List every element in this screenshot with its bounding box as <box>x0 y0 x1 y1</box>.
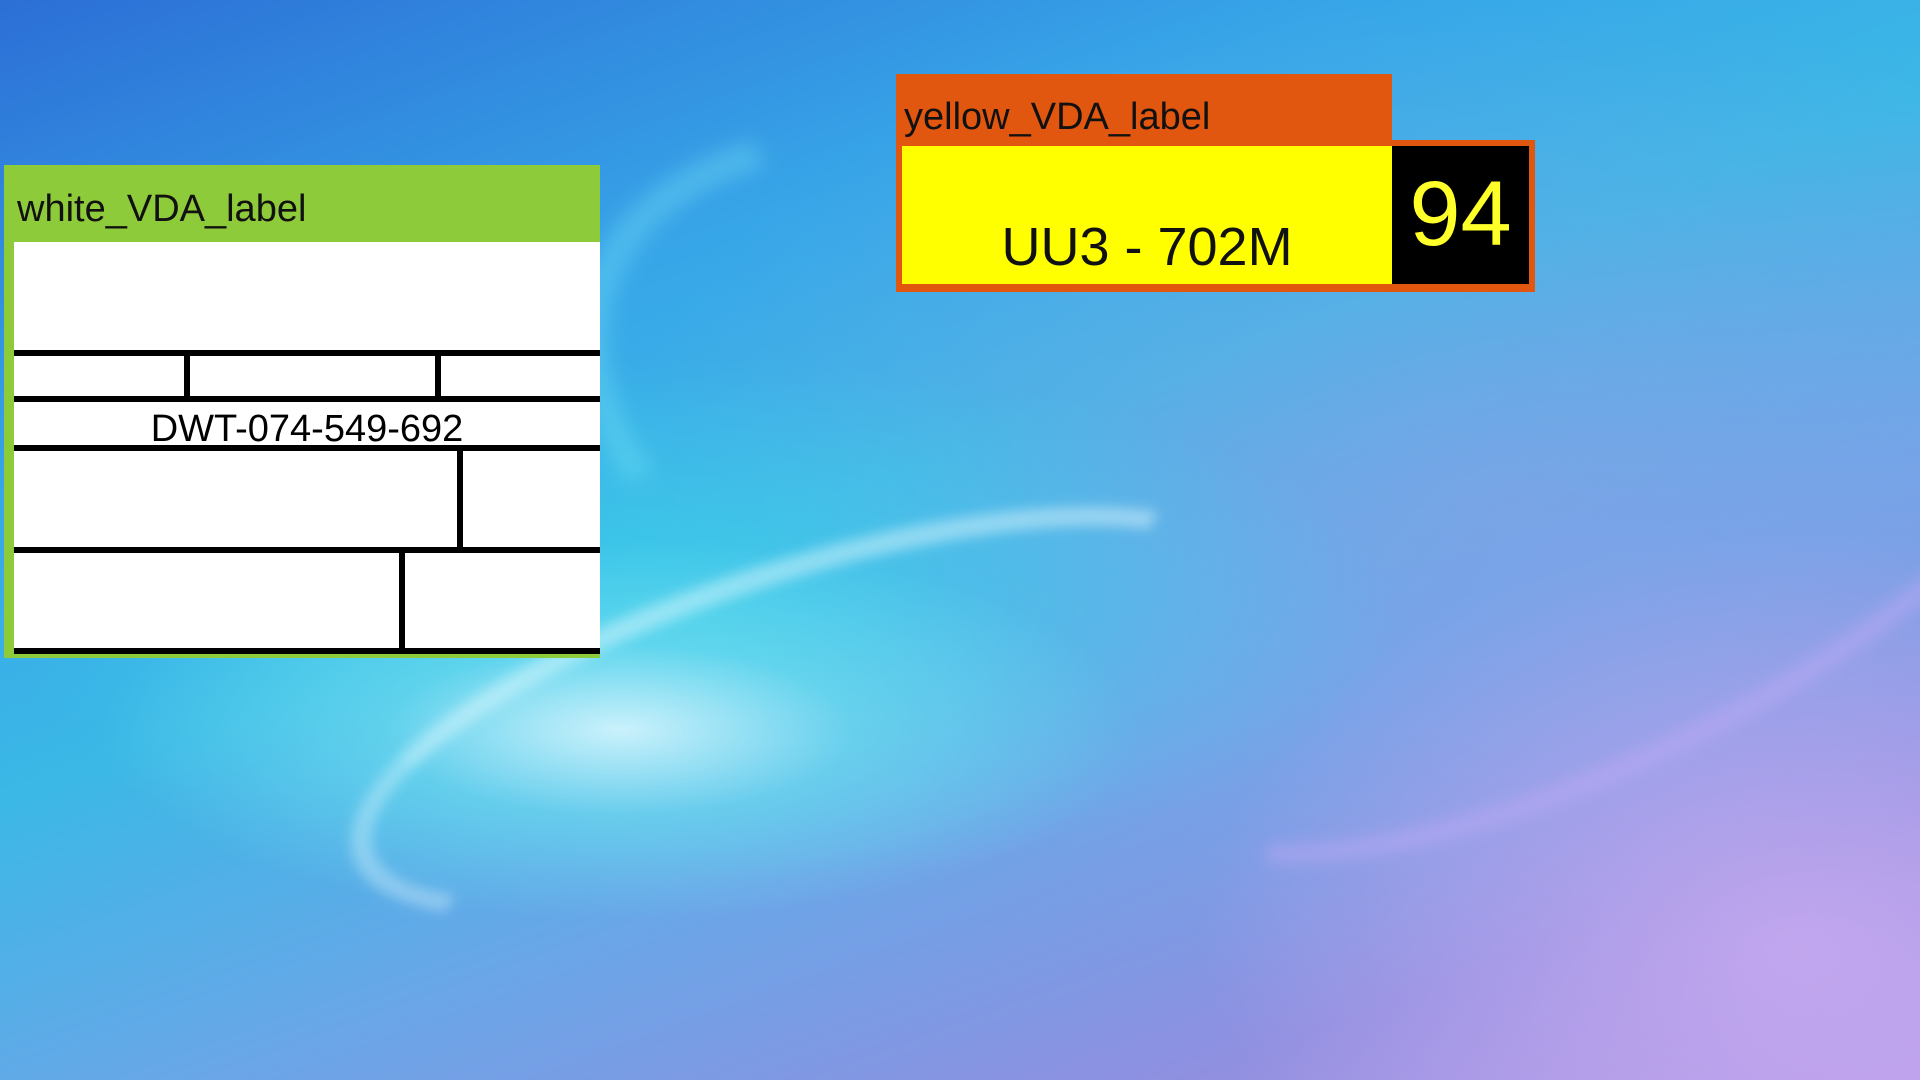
divider <box>14 648 600 654</box>
yellow-vda-label-number: 94 <box>1409 163 1512 265</box>
white-vda-label[interactable]: white_VDA_label DWT-074-549-692 <box>4 165 600 658</box>
yellow-vda-label-title: yellow_VDA_label <box>904 96 1211 138</box>
yellow-vda-label-plate: UU3 - 702M <box>1001 217 1293 277</box>
divider <box>14 547 600 553</box>
yellow-vda-label-header: yellow_VDA_label <box>896 74 1392 144</box>
divider <box>14 350 600 356</box>
yellow-vda-label-number-box: 94 <box>1392 146 1529 284</box>
divider <box>457 445 463 551</box>
divider <box>435 350 441 400</box>
white-vda-label-card: DWT-074-549-692 <box>14 242 600 654</box>
divider <box>14 396 600 402</box>
divider <box>14 445 600 451</box>
yellow-vda-label[interactable]: yellow_VDA_label UU3 - 702M 94 <box>896 74 1535 292</box>
desktop-background: white_VDA_label DWT-074-549-692 yellow_V… <box>0 0 1920 1080</box>
yellow-vda-label-body: UU3 - 702M 94 <box>896 140 1535 292</box>
yellow-vda-label-plate-area: UU3 - 702M <box>902 146 1392 284</box>
divider <box>184 350 190 400</box>
white-vda-label-title: white_VDA_label <box>17 188 307 230</box>
divider <box>399 547 405 654</box>
